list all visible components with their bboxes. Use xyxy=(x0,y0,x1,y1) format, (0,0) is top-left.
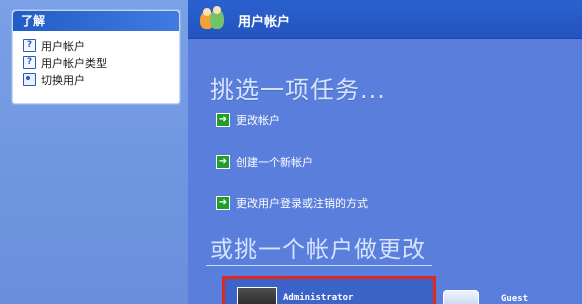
help-icon: ? xyxy=(23,56,36,69)
switch-user-icon xyxy=(23,73,36,86)
person-icon xyxy=(210,6,224,29)
divider xyxy=(206,265,432,266)
task-change-logon[interactable]: ➜ 更改用户登录或注销的方式 xyxy=(216,195,368,211)
avatar xyxy=(237,287,277,304)
learn-about-panel: 了解 ? 用户帐户 ? 用户帐户类型 切换用户 xyxy=(12,10,180,104)
account-heading: 或挑一个帐户做更改 xyxy=(210,237,426,263)
learn-list: ? 用户帐户 ? 用户帐户类型 切换用户 xyxy=(13,31,179,88)
arrow-right-icon: ➜ xyxy=(216,196,230,210)
task-heading: 挑选一项任务... xyxy=(210,76,386,104)
main-pane: 用户帐户 挑选一项任务... ➜ 更改帐户 ➜ 创建一个新帐户 ➜ 更改用户登录… xyxy=(188,0,582,304)
account-name: Administrator xyxy=(283,293,354,303)
learn-item-user-accounts[interactable]: ? 用户帐户 xyxy=(23,37,179,54)
task-label: 创建一个新帐户 xyxy=(236,156,313,169)
learn-item-label: 用户帐户 xyxy=(41,39,85,53)
learn-item-account-types[interactable]: ? 用户帐户类型 xyxy=(23,54,179,71)
avatar xyxy=(443,290,479,304)
window: 了解 ? 用户帐户 ? 用户帐户类型 切换用户 用户帐户 挑选一项任务... ➜… xyxy=(0,0,582,304)
arrow-right-icon: ➜ xyxy=(216,113,230,127)
task-change-account[interactable]: ➜ 更改帐户 xyxy=(216,112,280,128)
task-create-account[interactable]: ➜ 创建一个新帐户 xyxy=(216,154,313,170)
title-bar: 用户帐户 xyxy=(188,0,582,39)
help-icon: ? xyxy=(23,39,36,52)
learn-item-switch-user[interactable]: 切换用户 xyxy=(23,71,179,88)
left-pane: 了解 ? 用户帐户 ? 用户帐户类型 切换用户 xyxy=(0,0,188,304)
task-label: 更改用户登录或注销的方式 xyxy=(236,197,368,210)
account-guest[interactable]: Guest xyxy=(443,288,573,304)
arrow-right-icon: ➜ xyxy=(216,155,230,169)
panel-header[interactable]: 了解 xyxy=(13,11,179,31)
page-title: 用户帐户 xyxy=(238,15,291,30)
account-name: Guest xyxy=(501,294,529,304)
learn-item-label: 切换用户 xyxy=(41,73,85,87)
task-label: 更改帐户 xyxy=(236,114,280,127)
account-administrator[interactable]: Administrator xyxy=(222,276,436,304)
user-accounts-icon xyxy=(200,6,226,31)
learn-item-label: 用户帐户类型 xyxy=(41,56,107,70)
